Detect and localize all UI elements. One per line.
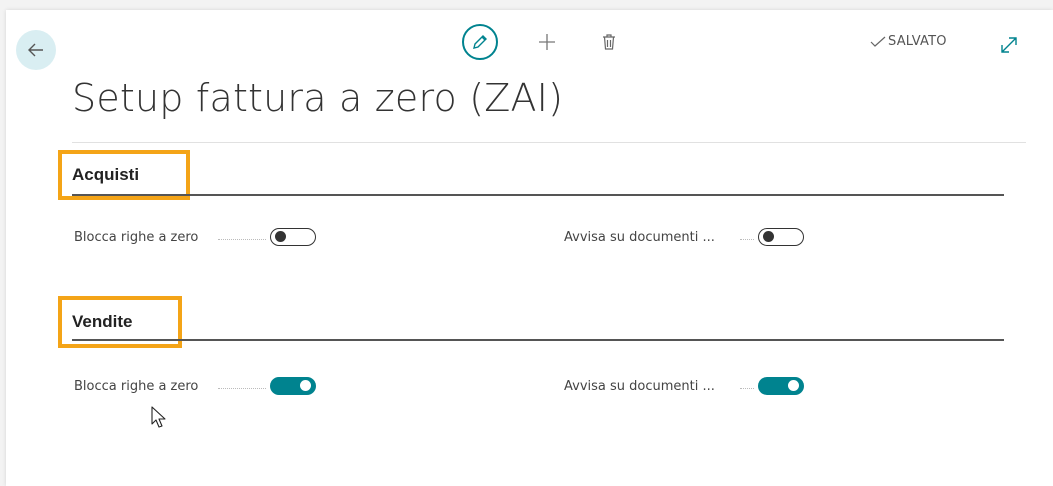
- action-toolbar: [462, 22, 624, 62]
- checkmark-icon: [870, 36, 886, 47]
- toggle-knob: [300, 380, 311, 391]
- back-arrow-icon: [28, 43, 43, 57]
- save-status: SALVATO: [870, 34, 947, 49]
- dotted-leader: [740, 239, 754, 241]
- mouse-cursor-icon: [151, 406, 166, 428]
- dotted-leader: [218, 388, 266, 390]
- field-label-avvisa-documenti: Avvisa su documenti ...: [564, 379, 715, 394]
- dotted-leader: [740, 388, 754, 390]
- section-divider: [72, 339, 1004, 341]
- toggle-knob: [275, 231, 286, 242]
- dotted-leader: [218, 239, 266, 241]
- toggle-knob: [788, 380, 799, 391]
- section-divider: [72, 194, 1004, 196]
- page-title: Setup fattura a zero (ZAI): [72, 76, 564, 120]
- field-label-blocca-righe: Blocca righe a zero: [74, 230, 199, 245]
- trash-icon: [603, 34, 615, 50]
- toggle-knob: [763, 231, 774, 242]
- toggle-acquisti-blocca-righe[interactable]: [270, 228, 316, 246]
- delete-button[interactable]: [594, 27, 624, 57]
- edit-button[interactable]: [462, 24, 498, 60]
- field-label-blocca-righe: Blocca righe a zero: [74, 379, 199, 394]
- new-button[interactable]: [532, 27, 562, 57]
- back-button[interactable]: [16, 30, 56, 70]
- expand-icon[interactable]: [998, 34, 1020, 56]
- save-status-label: SALVATO: [888, 34, 947, 49]
- toggle-vendite-avvisa-documenti[interactable]: [758, 377, 804, 395]
- pencil-icon: [473, 35, 487, 49]
- section-title: Acquisti: [72, 165, 140, 184]
- section-header-acquisti[interactable]: Acquisti: [58, 150, 190, 200]
- section-title: Vendite: [72, 312, 133, 331]
- field-label-avvisa-documenti: Avvisa su documenti ...: [564, 230, 715, 245]
- toggle-vendite-blocca-righe[interactable]: [270, 377, 316, 395]
- title-divider: [72, 142, 1026, 143]
- toggle-acquisti-avvisa-documenti[interactable]: [758, 228, 804, 246]
- plus-icon: [539, 34, 555, 50]
